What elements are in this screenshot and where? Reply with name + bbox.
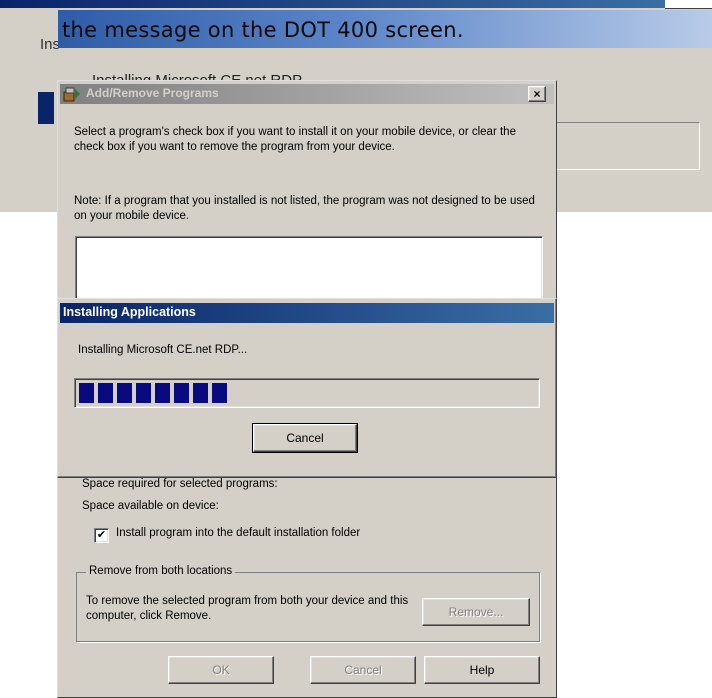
- checkmark-icon: ✔: [96, 529, 107, 541]
- ok-button[interactable]: OK: [168, 656, 274, 684]
- progress-block: [117, 383, 132, 403]
- progress-block: [79, 383, 94, 403]
- background-selection-block: [38, 92, 54, 124]
- progress-block: [136, 383, 151, 403]
- close-icon[interactable]: ×: [528, 86, 546, 102]
- add-remove-cancel-button[interactable]: Cancel: [310, 656, 416, 684]
- progress-block: [193, 383, 208, 403]
- add-remove-description: Select a program's check box if you want…: [74, 126, 516, 153]
- progress-block: [98, 383, 113, 403]
- installing-title: Installing Applications: [63, 305, 196, 319]
- add-remove-title: Add/Remove Programs: [86, 86, 219, 100]
- progress-block: [212, 383, 227, 403]
- default-folder-checkbox-label[interactable]: Install program into the default install…: [116, 527, 360, 539]
- install-progress-bar: [74, 378, 540, 408]
- add-remove-note: Note: If a program that you installed is…: [74, 195, 535, 222]
- help-button[interactable]: Help: [424, 656, 540, 684]
- progress-block: [174, 383, 189, 403]
- installing-cancel-button[interactable]: Cancel: [252, 423, 358, 453]
- remove-group-label: Remove from both locations: [86, 565, 236, 577]
- caption-text: the message on the DOT 400 screen.: [62, 18, 464, 42]
- background-gap: [557, 212, 712, 262]
- background-window-edge: [665, 0, 712, 9]
- space-required-label: Space required for selected programs:: [82, 478, 278, 490]
- remove-group-text: To remove the selected program from both…: [86, 595, 409, 622]
- background-partial-label: Ins: [40, 36, 61, 53]
- default-folder-checkbox[interactable]: ✔: [94, 528, 109, 543]
- program-list[interactable]: [75, 236, 543, 306]
- progress-block: [155, 383, 170, 403]
- installing-status-text: Installing Microsoft CE.net RDP...: [78, 344, 248, 356]
- install-package-icon: [63, 87, 80, 102]
- background-window-titlebar: [0, 0, 665, 8]
- remove-button[interactable]: Remove...: [422, 598, 530, 626]
- space-available-label: Space available on device:: [82, 500, 219, 512]
